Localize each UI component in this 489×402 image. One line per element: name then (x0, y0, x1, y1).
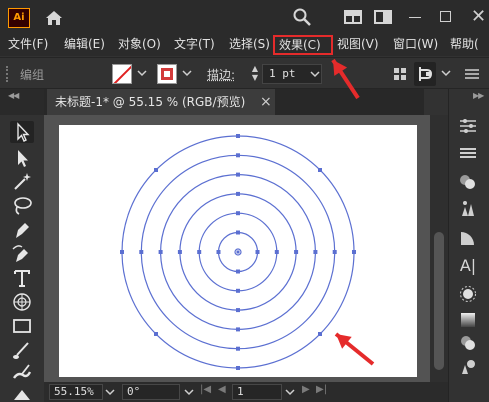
anchor-point[interactable] (313, 250, 318, 254)
vertical-scrollbar-thumb[interactable] (434, 232, 444, 370)
anchor-point[interactable] (318, 168, 322, 172)
layers-icon[interactable] (457, 143, 479, 163)
anchor-point[interactable] (236, 288, 240, 293)
concentric-circles-artwork[interactable] (0, 0, 489, 402)
anchor-point[interactable] (236, 211, 240, 216)
anchor-point[interactable] (236, 153, 240, 158)
anchor-point[interactable] (236, 134, 240, 138)
symbols-icon[interactable] (457, 356, 479, 376)
first-artboard-icon[interactable]: |◀ (200, 384, 211, 395)
anchor-point[interactable] (236, 269, 240, 274)
anchor-point[interactable] (236, 327, 240, 332)
appearance-icon[interactable] (457, 172, 479, 192)
center-anchor (236, 250, 240, 254)
status-bar: 55.15% 0° |◀ ◀ 1 ▶ ▶| (44, 382, 448, 402)
properties-icon[interactable] (457, 116, 479, 136)
anchor-point[interactable] (236, 366, 240, 370)
brushes-icon[interactable] (457, 198, 479, 218)
gradient-icon[interactable] (457, 310, 479, 330)
anchor-point[interactable] (332, 250, 337, 254)
anchor-point[interactable] (154, 332, 158, 336)
anchor-point[interactable] (274, 250, 279, 254)
last-artboard-icon[interactable]: ▶| (316, 384, 327, 395)
anchor-point[interactable] (154, 168, 158, 172)
character-icon[interactable]: A| (457, 256, 479, 276)
next-artboard-icon[interactable]: ▶ (302, 384, 310, 395)
previous-artboard-icon[interactable]: ◀ (218, 384, 226, 395)
anchor-point[interactable] (216, 250, 221, 254)
anchor-point[interactable] (158, 250, 163, 254)
anchor-point[interactable] (236, 172, 240, 177)
anchor-point[interactable] (236, 308, 240, 313)
anchor-point[interactable] (236, 230, 240, 235)
zoom-field[interactable]: 55.15% (49, 384, 103, 400)
sun-icon[interactable] (457, 284, 479, 304)
chevron-down-icon[interactable] (105, 387, 115, 397)
anchor-point[interactable] (255, 250, 260, 254)
color-guide-icon[interactable] (457, 228, 479, 248)
artboard-number-field[interactable]: 1 (232, 384, 282, 400)
anchor-point[interactable] (294, 250, 299, 254)
chevron-down-icon[interactable] (184, 387, 194, 397)
anchor-point[interactable] (197, 250, 202, 254)
rotation-field[interactable]: 0° (122, 384, 180, 400)
transparency-icon[interactable] (457, 332, 479, 352)
anchor-point[interactable] (236, 191, 240, 196)
anchor-point[interactable] (120, 250, 124, 254)
anchor-point[interactable] (236, 346, 240, 351)
expand-panels-icon[interactable]: ▶▶ (473, 91, 484, 100)
anchor-point[interactable] (318, 332, 322, 336)
chevron-down-icon[interactable] (285, 387, 295, 397)
anchor-point[interactable] (352, 250, 356, 254)
anchor-point[interactable] (177, 250, 182, 254)
anchor-point[interactable] (139, 250, 144, 254)
